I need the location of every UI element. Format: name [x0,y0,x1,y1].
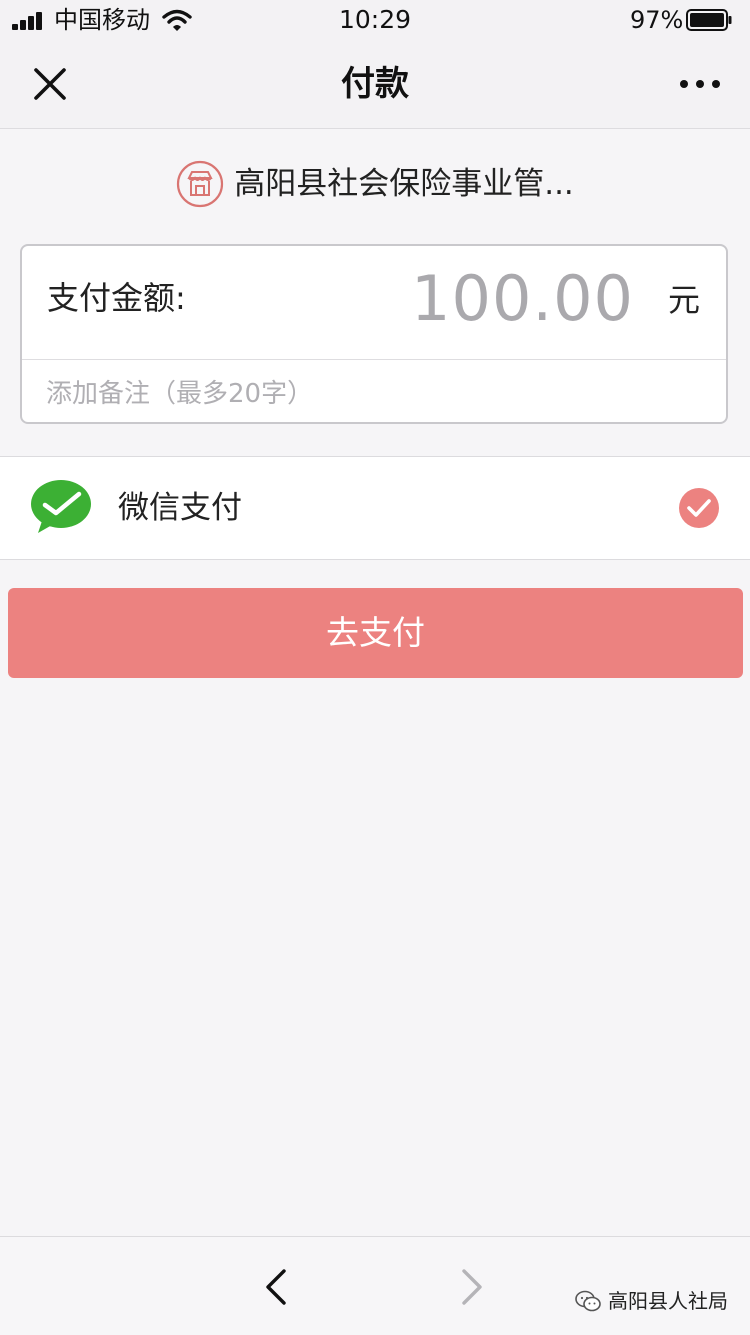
wechat-logo-icon [575,1290,601,1312]
amount-card: 支付金额: 100.00 元 [20,244,728,424]
payment-method-label: 微信支付 [118,490,242,526]
battery-percentage: 97% [630,6,684,34]
more-icon[interactable] [672,64,728,104]
remark-input[interactable] [46,372,686,416]
divider [22,359,726,360]
page-title: 付款 [341,64,409,104]
amount-label: 支付金额: [47,279,186,317]
merchant-name: 高阳县社会保险事业管... [234,166,574,202]
watermark-text: 高阳县人社局 [608,1289,728,1313]
battery-icon [686,9,732,31]
amount-unit: 元 [667,281,700,319]
bottom-toolbar: 高阳县人社局 [0,1236,750,1335]
pay-button[interactable]: 去支付 [8,588,743,678]
shop-icon [177,160,224,208]
amount-value: 100.00 [411,262,634,335]
check-icon[interactable] [678,487,720,529]
wechat-pay-icon [31,480,91,533]
merchant-info: 高阳县社会保险事业管... [0,160,750,214]
payment-method-row[interactable]: 微信支付 [0,456,750,560]
nav-bar: 付款 [0,40,750,129]
chevron-left-icon[interactable] [258,1267,294,1307]
chevron-right-icon[interactable] [454,1267,490,1307]
status-bar: 中国移动 10:29 97% [0,0,750,40]
watermark: 高阳县人社局 [574,1289,728,1313]
